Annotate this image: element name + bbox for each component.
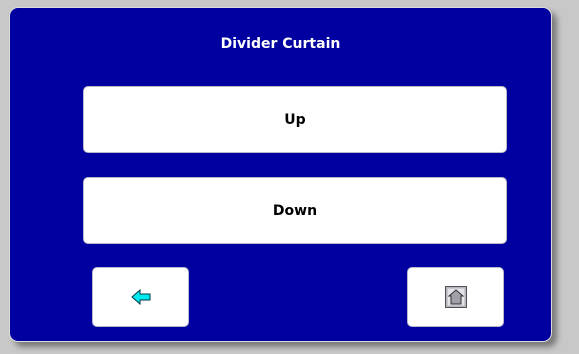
home-button[interactable] [407,267,504,327]
back-button[interactable] [92,267,189,327]
control-panel: Divider Curtain Up Down [9,7,552,342]
home-icon [444,286,467,308]
down-button-label: Down [272,202,318,219]
up-button-label: Up [284,111,306,128]
panel-title: Divider Curtain [220,36,341,52]
left-arrow-icon [130,289,151,305]
down-button[interactable]: Down [83,177,507,244]
up-button[interactable]: Up [83,86,507,153]
